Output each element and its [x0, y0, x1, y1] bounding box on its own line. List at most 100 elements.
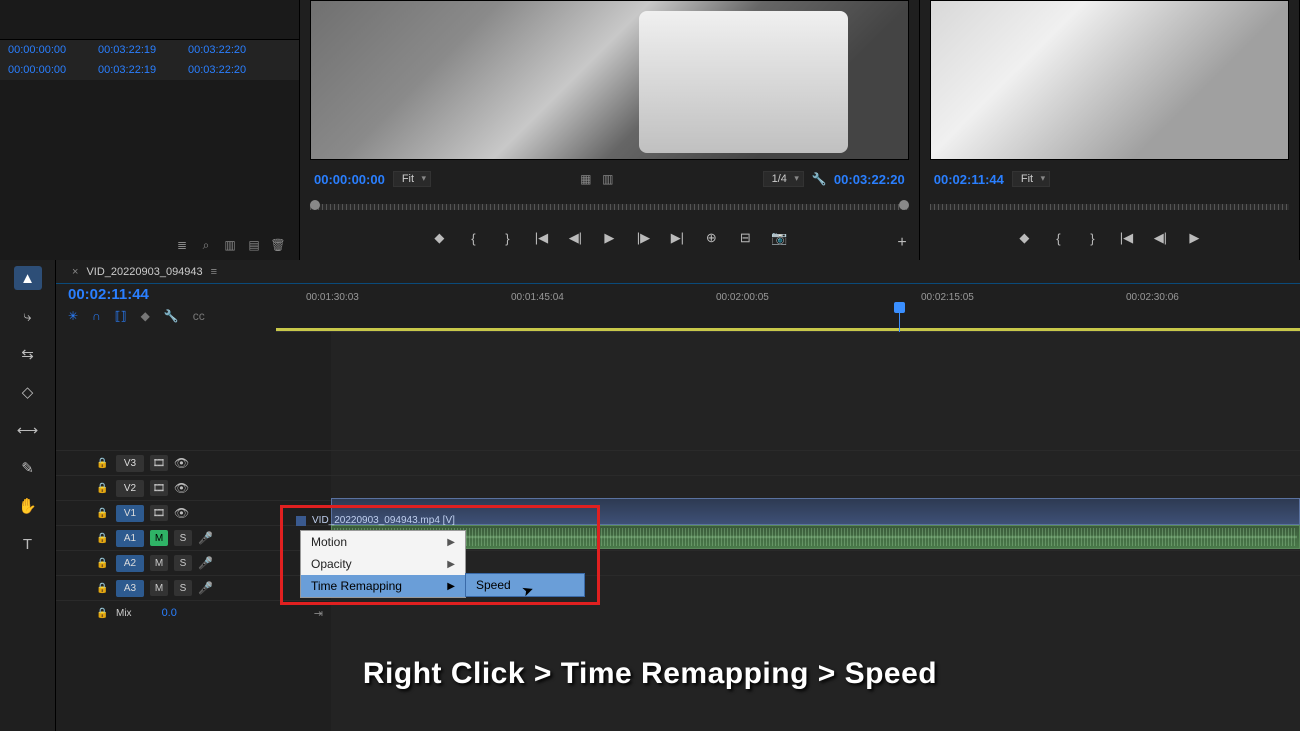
ripple-tool-icon[interactable]: ⇆ — [14, 342, 42, 366]
media-row[interactable]: 00:00:00:00 00:03:22:19 00:03:22:20 — [0, 60, 299, 80]
go-in-icon[interactable]: |◀ — [533, 230, 549, 246]
lock-icon[interactable]: 🔒 — [96, 508, 110, 519]
video-clip[interactable] — [331, 498, 1300, 525]
mute-button[interactable]: M — [150, 555, 168, 571]
lock-icon[interactable]: 🔒 — [96, 583, 110, 594]
lock-icon[interactable]: 🔒 — [96, 608, 110, 619]
cc-icon[interactable]: cc — [193, 309, 205, 323]
track-header-a1[interactable]: 🔒 A1 M S 🎤 — [56, 525, 331, 550]
grid-icon[interactable]: ▥ — [601, 172, 615, 186]
add-button-icon[interactable]: + — [897, 234, 906, 252]
track-label[interactable]: V2 — [116, 480, 144, 497]
track-label[interactable]: A2 — [116, 555, 144, 572]
step-fwd-icon[interactable]: |▶ — [635, 230, 651, 246]
audio-clip[interactable] — [331, 525, 1300, 549]
solo-button[interactable]: S — [174, 530, 192, 546]
jump-icon[interactable]: ⇥ — [314, 607, 323, 620]
source-fit-dropdown[interactable]: Fit — [393, 171, 431, 187]
eye-icon[interactable]: 👁 — [174, 456, 189, 470]
track-label[interactable]: V3 — [116, 455, 144, 472]
eye-icon[interactable]: 👁 — [174, 506, 189, 520]
ctx-motion[interactable]: Motion ▶ — [301, 531, 465, 553]
program-fit-dropdown[interactable]: Fit — [1012, 171, 1050, 187]
source-tc-out[interactable]: 00:03:22:20 — [834, 172, 905, 187]
lane-v2[interactable] — [331, 475, 1300, 500]
sequence-tab[interactable]: × VID_20220903_094943 ≡ — [56, 260, 1300, 284]
mute-button[interactable]: M — [150, 530, 168, 546]
toggle-output-icon[interactable]: 🎞 — [150, 505, 168, 521]
source-scrubber[interactable] — [310, 196, 909, 220]
toggle-output-icon[interactable]: 🎞 — [150, 480, 168, 496]
new-item-icon[interactable]: ▤ — [247, 238, 261, 252]
in-bracket-icon[interactable]: { — [465, 231, 481, 246]
pen-tool-icon[interactable]: ✎ — [14, 456, 42, 480]
mark-in-icon[interactable]: ◆ — [431, 230, 447, 246]
time-ruler[interactable]: 00:01:30:03 00:01:45:04 00:02:00:05 00:0… — [276, 284, 1300, 332]
wrench-icon[interactable]: 🔧 — [164, 309, 179, 323]
track-label[interactable]: A1 — [116, 530, 144, 547]
linked-sel-icon[interactable]: ⟦⟧ — [115, 309, 127, 323]
media-row[interactable]: 00:00:00:00 00:03:22:19 00:03:22:20 — [0, 40, 299, 60]
go-in-icon[interactable]: |◀ — [1118, 230, 1134, 246]
slip-tool-icon[interactable]: ⟷ — [14, 418, 42, 442]
ctx-submenu-speed[interactable]: Speed — [465, 573, 585, 597]
marker-icon[interactable]: ◆ — [141, 309, 150, 323]
tab-menu-icon[interactable]: ≡ — [211, 266, 217, 278]
lock-icon[interactable]: 🔒 — [96, 558, 110, 569]
mic-icon[interactable]: 🎤 — [198, 531, 213, 545]
ctx-time-remapping[interactable]: Time Remapping ▶ — [301, 575, 465, 597]
toggle-output-icon[interactable]: 🎞 — [150, 455, 168, 471]
source-tc-in[interactable]: 00:00:00:00 — [314, 172, 385, 187]
snap-icon[interactable]: ✳ — [68, 309, 78, 323]
mark-in-icon[interactable]: ◆ — [1016, 230, 1032, 246]
overwrite-icon[interactable]: ⊟ — [737, 230, 753, 246]
hand-tool-icon[interactable]: ✋ — [14, 494, 42, 518]
step-back-icon[interactable]: ◀| — [567, 230, 583, 246]
search-icon[interactable]: ⌕ — [199, 238, 213, 252]
mute-button[interactable]: M — [150, 580, 168, 596]
new-bin-icon[interactable]: ▥ — [223, 238, 237, 252]
ctx-opacity[interactable]: Opacity ▶ — [301, 553, 465, 575]
lock-icon[interactable]: 🔒 — [96, 458, 110, 469]
playhead-timecode[interactable]: 00:02:11:44 — [68, 286, 264, 303]
settings-icon[interactable]: ▦ — [579, 172, 593, 186]
program-tc[interactable]: 00:02:11:44 — [934, 172, 1004, 187]
source-video[interactable] — [310, 0, 909, 160]
wrench-icon[interactable]: 🔧 — [812, 172, 826, 186]
track-header-mix[interactable]: 🔒 Mix 0.0 ⇥ — [56, 600, 331, 625]
insert-icon[interactable]: ⊕ — [703, 230, 719, 246]
lane-v3[interactable] — [331, 450, 1300, 475]
track-select-tool-icon[interactable]: ⤷ — [14, 304, 42, 328]
track-label[interactable]: A3 — [116, 580, 144, 597]
type-tool-icon[interactable]: T — [14, 532, 42, 556]
track-header-v1[interactable]: 🔒 V1 🎞 👁 — [56, 500, 331, 525]
out-bracket-icon[interactable]: } — [499, 231, 515, 246]
eye-icon[interactable]: 👁 — [174, 481, 189, 495]
solo-button[interactable]: S — [174, 555, 192, 571]
export-frame-icon[interactable]: 📷 — [771, 230, 787, 246]
magnet-icon[interactable]: ∩ — [92, 309, 101, 323]
trash-icon[interactable]: 🗑 — [271, 238, 285, 252]
mic-icon[interactable]: 🎤 — [198, 581, 213, 595]
track-header-a3[interactable]: 🔒 A3 M S 🎤 — [56, 575, 331, 600]
track-header-a2[interactable]: 🔒 A2 M S 🎤 — [56, 550, 331, 575]
solo-button[interactable]: S — [174, 580, 192, 596]
mic-icon[interactable]: 🎤 — [198, 556, 213, 570]
out-bracket-icon[interactable]: } — [1084, 231, 1100, 246]
step-back-icon[interactable]: ◀| — [1152, 230, 1168, 246]
mix-value[interactable]: 0.0 — [162, 607, 177, 619]
media-list[interactable]: 00:00:00:00 00:03:22:19 00:03:22:20 00:0… — [0, 40, 299, 80]
razor-tool-icon[interactable]: ◇ — [14, 380, 42, 404]
context-menu[interactable]: Motion ▶ Opacity ▶ Time Remapping ▶ — [300, 530, 466, 598]
source-scale-dropdown[interactable]: 1/4 — [763, 171, 804, 187]
go-out-icon[interactable]: ▶| — [669, 230, 685, 246]
lane-a2[interactable] — [331, 550, 1300, 575]
selection-tool-icon[interactable]: ▲ — [14, 266, 42, 290]
track-header-v3[interactable]: 🔒 V3 🎞 👁 — [56, 450, 331, 475]
in-bracket-icon[interactable]: { — [1050, 231, 1066, 246]
play-icon[interactable]: ▶ — [601, 230, 617, 246]
play-icon[interactable]: ▶ — [1186, 230, 1202, 246]
lock-icon[interactable]: 🔒 — [96, 533, 110, 544]
program-scrubber[interactable] — [930, 196, 1289, 220]
track-label[interactable]: V1 — [116, 505, 144, 522]
